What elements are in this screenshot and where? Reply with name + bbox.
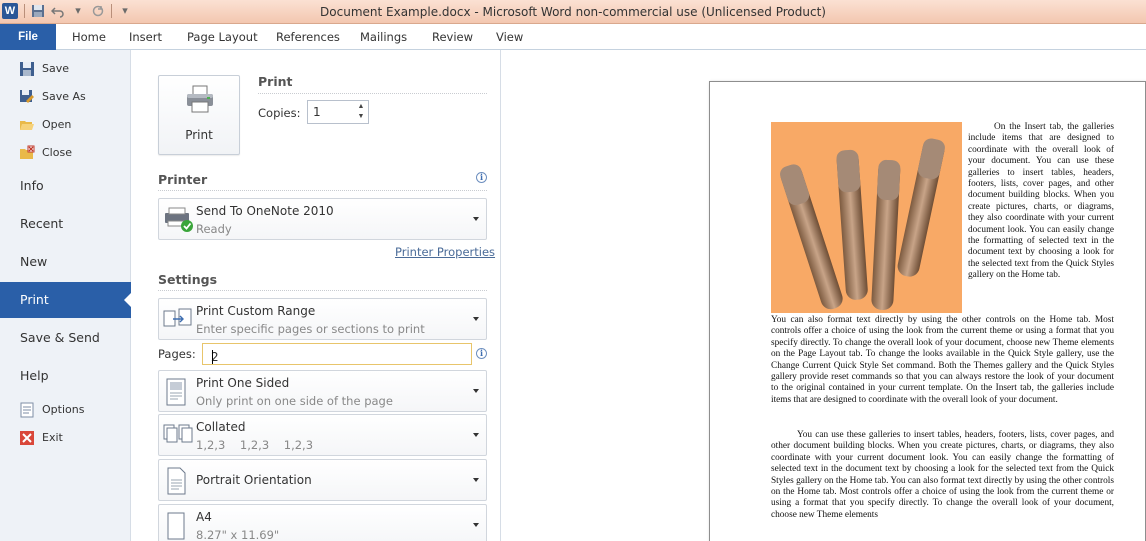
text-caret xyxy=(212,350,213,364)
nav-options-label: Options xyxy=(42,403,85,416)
exit-icon xyxy=(20,431,34,445)
tab-home[interactable]: Home xyxy=(72,24,106,50)
chevron-down-icon xyxy=(473,217,479,221)
nav-info[interactable]: Info xyxy=(0,171,131,201)
nav-open[interactable]: Open xyxy=(0,113,131,137)
preview-page: On the Insert tab, the galleries include… xyxy=(709,81,1146,541)
collated-title: Collated xyxy=(196,420,246,434)
sides-description: Only print on one side of the page xyxy=(196,394,393,408)
tab-file[interactable]: File xyxy=(0,24,56,50)
settings-section-title: Settings xyxy=(158,272,218,287)
copies-label: Copies: xyxy=(258,106,301,120)
chevron-down-icon xyxy=(473,433,479,437)
custom-range-icon xyxy=(163,308,192,327)
divider xyxy=(258,93,487,94)
paper-size-icon xyxy=(167,512,185,540)
collated-icon xyxy=(163,424,193,443)
chevron-down-icon xyxy=(473,389,479,393)
orientation-title: Portrait Orientation xyxy=(196,473,312,487)
print-settings-panel: Print Print Copies: 1 ▲ ▼ Printer i Send… xyxy=(131,50,501,541)
range-title: Print Custom Range xyxy=(196,304,316,318)
preview-paragraph-3-text: You can use these galleries to insert ta… xyxy=(771,430,1114,520)
pages-input[interactable]: 2 xyxy=(202,343,472,365)
tab-insert[interactable]: Insert xyxy=(129,24,162,50)
nav-close[interactable]: Close xyxy=(0,141,131,165)
printer-info-icon[interactable]: i xyxy=(476,172,487,183)
title-bar: W ▾ ▾ Document Example.docx - Microsoft … xyxy=(0,0,1146,24)
nav-open-label: Open xyxy=(42,118,72,131)
save-as-icon xyxy=(20,90,34,103)
spinner-up-icon[interactable]: ▲ xyxy=(356,102,366,112)
preview-paragraph-1: On the Insert tab, the galleries include… xyxy=(968,122,1114,282)
sides-title: Print One Sided xyxy=(196,376,290,390)
tab-view[interactable]: View xyxy=(496,24,523,50)
printer-icon xyxy=(187,85,213,113)
paper-size-dropdown[interactable]: A4 8.27" x 11.69" xyxy=(158,504,487,541)
divider xyxy=(158,290,487,291)
options-icon xyxy=(20,402,34,418)
divider xyxy=(158,190,487,191)
tab-review[interactable]: Review xyxy=(432,24,473,50)
printer-properties-link[interactable]: Printer Properties xyxy=(395,245,495,259)
nav-exit[interactable]: Exit xyxy=(0,426,131,450)
nav-save[interactable]: Save xyxy=(0,57,131,81)
printer-dropdown[interactable]: Send To OneNote 2010 Ready xyxy=(158,198,487,240)
chevron-down-icon xyxy=(473,317,479,321)
nav-recent[interactable]: Recent xyxy=(0,209,131,239)
nav-save-label: Save xyxy=(42,62,70,75)
portrait-icon xyxy=(167,467,186,495)
sides-dropdown[interactable]: Print One Sided Only print on one side o… xyxy=(158,370,487,412)
printer-section-title: Printer xyxy=(158,172,208,187)
save-icon xyxy=(20,62,34,76)
nav-options[interactable]: Options xyxy=(0,398,131,422)
preview-paragraph-3: You can use these galleries to insert ta… xyxy=(771,430,1114,521)
print-preview: On the Insert tab, the galleries include… xyxy=(502,50,1146,541)
paper-title: A4 xyxy=(196,510,212,524)
orientation-dropdown[interactable]: Portrait Orientation xyxy=(158,459,487,501)
one-sided-icon xyxy=(166,378,186,406)
print-button[interactable]: Print xyxy=(158,75,240,155)
printer-name: Send To OneNote 2010 xyxy=(196,204,334,218)
window-title: Document Example.docx - Microsoft Word n… xyxy=(320,5,826,19)
chevron-down-icon xyxy=(473,478,479,482)
range-description: Enter specific pages or sections to prin… xyxy=(196,322,425,336)
nav-exit-label: Exit xyxy=(42,431,63,444)
nav-save-as-label: Save As xyxy=(42,90,86,103)
nav-help[interactable]: Help xyxy=(0,361,131,391)
open-folder-icon xyxy=(20,121,34,130)
nav-print[interactable]: Print xyxy=(0,282,132,318)
copies-spinner[interactable]: 1 ▲ ▼ xyxy=(307,100,369,124)
close-folder-icon xyxy=(20,145,35,159)
nav-save-as[interactable]: Save As xyxy=(0,85,131,109)
nav-print-label: Print xyxy=(20,292,49,307)
preview-paragraph-2: You can also format text directly by usi… xyxy=(771,315,1114,405)
print-section-title: Print xyxy=(258,74,293,89)
nav-new[interactable]: New xyxy=(0,247,131,277)
tab-references[interactable]: References xyxy=(276,24,340,50)
paper-description: 8.27" x 11.69" xyxy=(196,528,280,541)
pens-illustration xyxy=(780,138,945,310)
pages-label: Pages: xyxy=(158,347,196,361)
tab-mailings[interactable]: Mailings xyxy=(360,24,407,50)
printer-ready-icon xyxy=(165,207,193,232)
pens-photo xyxy=(771,122,962,313)
tab-page-layout[interactable]: Page Layout xyxy=(187,24,258,50)
copies-value: 1 xyxy=(313,105,321,119)
preview-paragraph-1-text: On the Insert tab, the galleries include… xyxy=(968,122,1114,281)
print-button-label: Print xyxy=(185,128,213,142)
collation-dropdown[interactable]: Collated 1,2,3 1,2,3 1,2,3 xyxy=(158,414,487,456)
nav-close-label: Close xyxy=(42,146,72,159)
print-range-dropdown[interactable]: Print Custom Range Enter specific pages … xyxy=(158,298,487,340)
collated-description: 1,2,3 1,2,3 1,2,3 xyxy=(196,438,314,452)
backstage-nav: Save Save As Open Close Info Recent New … xyxy=(0,50,132,541)
printer-status: Ready xyxy=(196,222,232,236)
chevron-down-icon xyxy=(473,523,479,527)
spinner-down-icon[interactable]: ▼ xyxy=(356,112,366,122)
pages-info-icon[interactable]: i xyxy=(476,348,487,359)
ribbon-tabs: File Home Insert Page Layout References … xyxy=(0,24,1146,50)
nav-save-send[interactable]: Save & Send xyxy=(0,323,131,353)
